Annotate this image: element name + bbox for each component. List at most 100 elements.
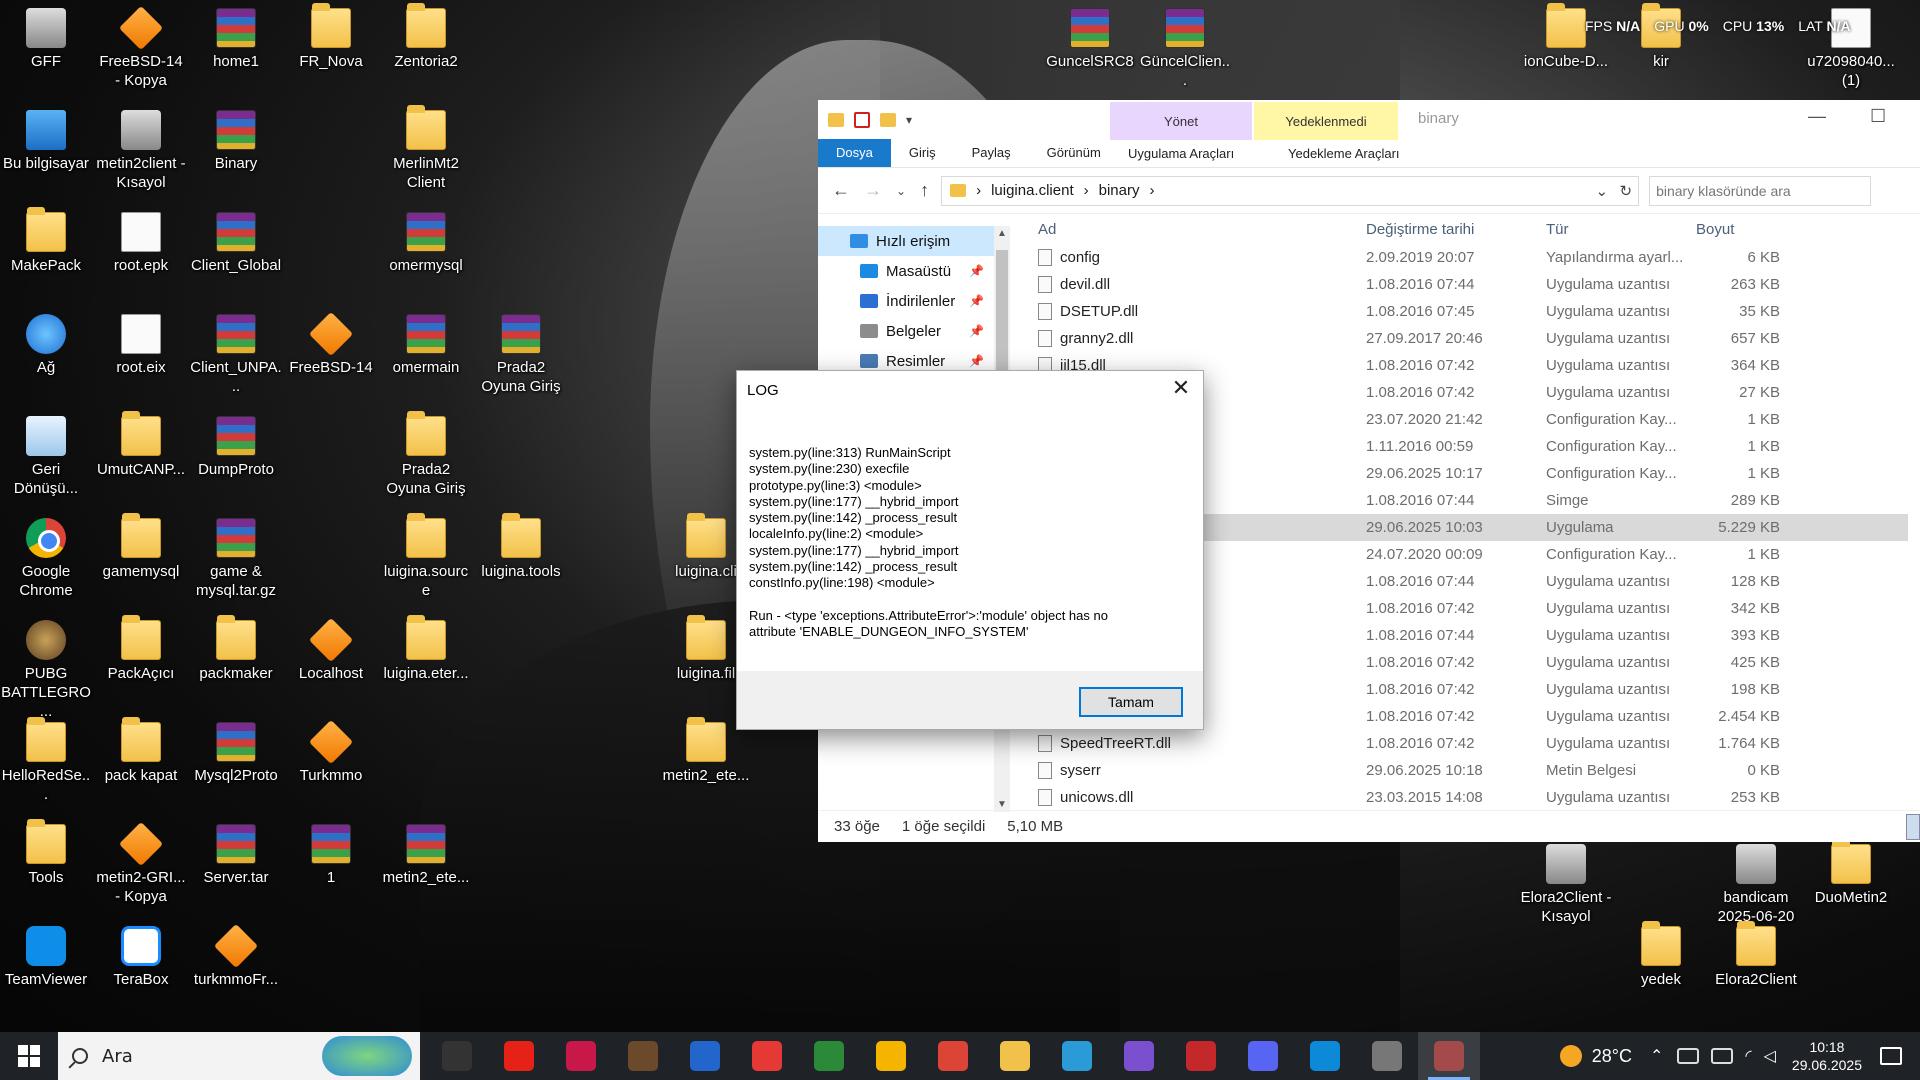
- nav-item[interactable]: İndirilenler 📌: [818, 286, 994, 316]
- desktop-icon[interactable]: luigina.source: [380, 513, 472, 600]
- column-name[interactable]: Ad: [1028, 221, 1358, 238]
- file-row[interactable]: devil.dll 1.08.2016 07:44 Uygulama uzantıs…: [1028, 271, 1908, 298]
- volume-icon[interactable]: ◁: [1764, 1046, 1776, 1066]
- desktop-icon[interactable]: PUBG BATTLEGRO...: [0, 620, 92, 721]
- file-row[interactable]: syserr 29.06.2025 10:18 Metin Belgesi 0 KB: [1028, 757, 1908, 784]
- back-arrow-icon[interactable]: ←: [832, 180, 850, 201]
- taskbar-app-button[interactable]: [860, 1032, 922, 1080]
- taskbar-app-button[interactable]: [1356, 1032, 1418, 1080]
- desktop-icon[interactable]: Geri Dönüşü...: [0, 416, 92, 498]
- desktop-icon[interactable]: Localhost: [285, 617, 377, 683]
- desktop-icon[interactable]: metin2-GRI... - Kopya: [95, 821, 187, 906]
- desktop-icon[interactable]: luigina.tools: [475, 513, 567, 581]
- address-dropdown-icon[interactable]: ⌄: [1595, 182, 1608, 200]
- pin-icon[interactable]: 📌: [969, 294, 984, 308]
- tab-share[interactable]: Paylaş: [954, 139, 1029, 167]
- address-bar[interactable]: › luigina.client › binary › ⌄ ↻: [941, 175, 1640, 206]
- minimize-button[interactable]: —: [1808, 106, 1828, 126]
- column-date[interactable]: Değiştirme tarihi: [1358, 221, 1538, 238]
- camera-icon[interactable]: [1677, 1048, 1700, 1064]
- tab-backup-tools[interactable]: Yedekleme Araçları: [1270, 140, 1418, 168]
- desktop-icon[interactable]: Prada2 Oyuna Giriş: [475, 314, 567, 396]
- tab-app-tools[interactable]: Uygulama Araçları: [1110, 140, 1252, 168]
- folder-icon[interactable]: [828, 113, 844, 127]
- desktop-icon[interactable]: FreeBSD-14 - Kopya: [95, 5, 187, 90]
- ok-button[interactable]: Tamam: [1079, 687, 1183, 717]
- desktop-icon[interactable]: DumpProto: [190, 416, 282, 479]
- chevron-up-icon[interactable]: ⌃: [1650, 1046, 1663, 1066]
- taskbar-app-button[interactable]: [798, 1032, 860, 1080]
- notification-icon[interactable]: [1880, 1047, 1902, 1065]
- pin-icon[interactable]: 📌: [969, 354, 984, 368]
- desktop-icon[interactable]: Server.tar: [190, 824, 282, 887]
- desktop-icon[interactable]: root.epk: [95, 212, 187, 275]
- taskbar-app-button[interactable]: [1046, 1032, 1108, 1080]
- taskbar-app-button[interactable]: [612, 1032, 674, 1080]
- file-row[interactable]: unicows.dll 23.03.2015 14:08 Uygulama uzan…: [1028, 784, 1908, 811]
- desktop-icon[interactable]: TeamViewer: [0, 926, 92, 989]
- taskbar-app-button[interactable]: [550, 1032, 612, 1080]
- taskbar-app-button[interactable]: [1418, 1032, 1480, 1080]
- desktop-icon[interactable]: DuoMetin2: [1805, 839, 1897, 907]
- desktop-icon[interactable]: Google Chrome: [0, 518, 92, 600]
- taskbar-app-button[interactable]: [736, 1032, 798, 1080]
- desktop-icon[interactable]: metin2_ete...: [380, 824, 472, 887]
- customize-toolbar-dropdown[interactable]: ▾: [906, 113, 912, 127]
- desktop-icon[interactable]: root.eix: [95, 314, 187, 377]
- context-tab-backup[interactable]: Yedeklenmedi: [1254, 102, 1398, 140]
- tab-file[interactable]: Dosya: [818, 139, 891, 167]
- search-highlight-image[interactable]: [322, 1036, 412, 1076]
- desktop-icon[interactable]: Elora2Client - Kısayol: [1520, 844, 1612, 926]
- scroll-up-icon[interactable]: ▲: [994, 228, 1010, 239]
- desktop-icon[interactable]: Turkmmo: [285, 719, 377, 785]
- breadcrumb-luigina-client[interactable]: luigina.client: [991, 182, 1074, 199]
- nav-item[interactable]: Belgeler 📌: [818, 316, 994, 346]
- desktop-icon[interactable]: PackAçıcı: [95, 615, 187, 683]
- desktop-icon[interactable]: omermysql: [380, 212, 472, 275]
- desktop-icon[interactable]: MerlinMt2 Client: [380, 105, 472, 192]
- tab-home[interactable]: Giriş: [891, 139, 954, 167]
- desktop-icon[interactable]: FreeBSD-14: [285, 311, 377, 377]
- nav-item[interactable]: Masaüstü 📌: [818, 256, 994, 286]
- wifi-icon[interactable]: ◜: [1745, 1046, 1751, 1066]
- desktop-icon[interactable]: Zentoria2: [380, 3, 472, 71]
- file-row[interactable]: granny2.dll 27.09.2017 20:46 Uygulama uzan…: [1028, 325, 1908, 352]
- context-tab-manage[interactable]: Yönet: [1110, 102, 1252, 140]
- taskbar-app-button[interactable]: [488, 1032, 550, 1080]
- taskbar-app-button[interactable]: [1108, 1032, 1170, 1080]
- weather-widget[interactable]: 28°C: [1559, 1045, 1632, 1067]
- desktop-icon[interactable]: MakePack: [0, 207, 92, 275]
- desktop-icon[interactable]: FR_Nova: [285, 3, 377, 71]
- pin-icon[interactable]: 📌: [969, 324, 984, 338]
- desktop-icon[interactable]: UmutCANP...: [95, 411, 187, 479]
- refresh-icon[interactable]: ↻: [1619, 182, 1632, 200]
- taskbar-app-button[interactable]: [1294, 1032, 1356, 1080]
- desktop-icon[interactable]: Mysql2Proto: [190, 722, 282, 785]
- recent-dropdown-icon[interactable]: ⌄: [896, 184, 906, 198]
- desktop-icon[interactable]: Binary: [190, 110, 282, 173]
- column-size[interactable]: Boyut: [1688, 221, 1788, 238]
- breadcrumb-binary[interactable]: binary: [1099, 182, 1140, 199]
- desktop-icon[interactable]: Elora2Client: [1710, 921, 1802, 989]
- file-row[interactable]: config 2.09.2019 20:07 Yapılandırma ayarl.…: [1028, 244, 1908, 271]
- taskbar-app-button[interactable]: [1232, 1032, 1294, 1080]
- desktop-icon[interactable]: luigina.eter...: [380, 615, 472, 683]
- new-folder-icon[interactable]: [880, 113, 896, 127]
- desktop-icon[interactable]: metin2_ete...: [660, 717, 752, 785]
- desktop-icon[interactable]: pack kapat: [95, 717, 187, 785]
- properties-icon[interactable]: [854, 112, 870, 128]
- desktop-icon[interactable]: GuncelSRC8: [1044, 8, 1136, 71]
- desktop-icon[interactable]: HelloRedSe...: [0, 717, 92, 804]
- desktop-icon[interactable]: yedek: [1615, 921, 1707, 989]
- desktop-icon[interactable]: Client_Global: [190, 212, 282, 275]
- maximize-button[interactable]: ☐: [1870, 106, 1890, 126]
- taskbar-app-button[interactable]: [1170, 1032, 1232, 1080]
- desktop-icon[interactable]: Client_UNPA...: [190, 314, 282, 396]
- taskbar-app-button[interactable]: [674, 1032, 736, 1080]
- taskbar-app-button[interactable]: [984, 1032, 1046, 1080]
- taskbar-app-button[interactable]: [922, 1032, 984, 1080]
- desktop-icon[interactable]: GFF: [0, 8, 92, 71]
- up-arrow-icon[interactable]: ↑: [920, 180, 929, 201]
- start-button[interactable]: [0, 1032, 58, 1080]
- desktop-icon[interactable]: home1: [190, 8, 282, 71]
